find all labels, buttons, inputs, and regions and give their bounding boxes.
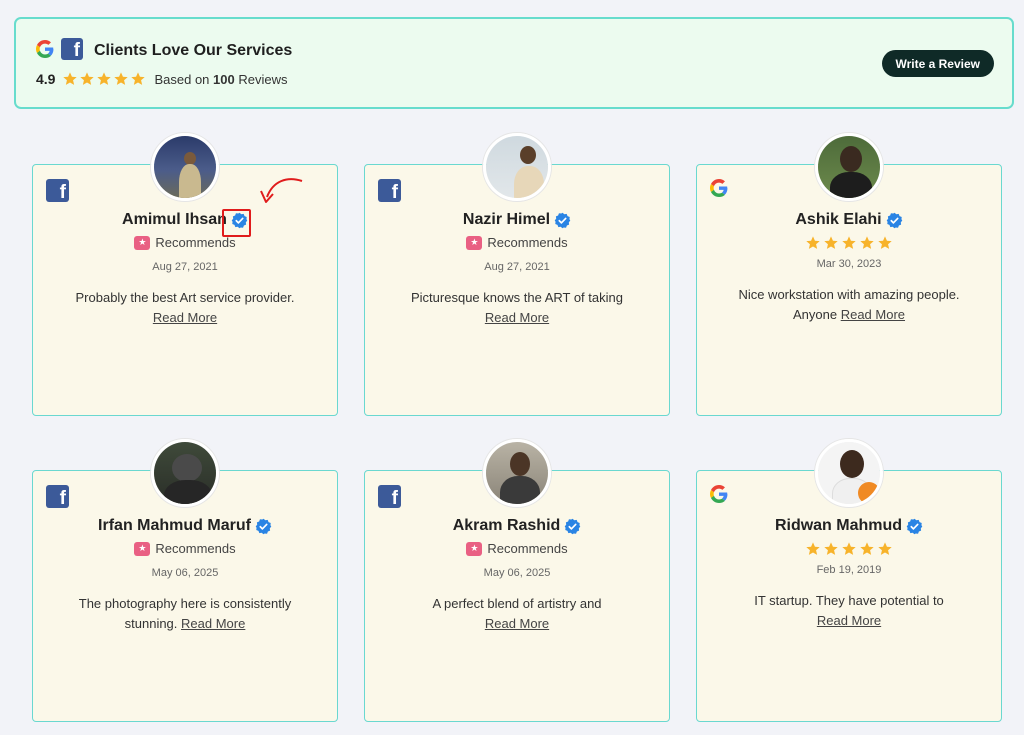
review-card: Ridwan Mahmud Feb 19, 2019 IT startup. T… <box>696 439 1002 722</box>
recommend-icon: ★ <box>134 235 151 250</box>
avatar <box>483 133 551 201</box>
reviewer-name: Akram Rashid <box>452 517 561 534</box>
review-date: Feb 19, 2019 <box>816 564 882 576</box>
reviewer-name: Amimul Ihsan <box>122 211 227 228</box>
avatar <box>815 439 883 507</box>
facebook-icon: f <box>378 485 401 508</box>
average-rating: 4.9 <box>36 71 56 87</box>
read-more-link[interactable]: Read More <box>841 307 905 322</box>
review-text: Probably the best Art service provider. … <box>75 290 295 325</box>
read-more-link[interactable]: Read More <box>485 310 549 325</box>
review-date: Aug 27, 2021 <box>484 261 550 273</box>
recommend-icon: ★ <box>466 235 483 250</box>
review-card: f Irfan Mahmud Maruf ★ Recommends May 06… <box>32 439 338 722</box>
star-icon <box>841 541 857 557</box>
review-text: The photography here is consistently stu… <box>78 596 292 631</box>
review-text: IT startup. They have potential to Read … <box>754 593 944 628</box>
avatar <box>151 439 219 507</box>
summary-rating: 4.9 Based on 100 Reviews <box>36 71 287 87</box>
verified-badge-icon <box>906 518 923 535</box>
google-icon <box>36 40 54 58</box>
read-more-link[interactable]: Read More <box>181 616 245 631</box>
review-count: 100 <box>213 71 235 87</box>
reviewer-name: Ridwan Mahmud <box>774 517 903 534</box>
review-date: Mar 30, 2023 <box>816 258 882 270</box>
facebook-icon: f <box>46 179 69 202</box>
summary-title: Clients Love Our Services <box>94 42 293 59</box>
summary-stars <box>62 71 146 87</box>
recommends-badge: ★ Recommends <box>33 235 337 250</box>
review-count-text: Based on 100 Reviews <box>154 71 288 87</box>
star-icon <box>823 541 839 557</box>
read-more-link[interactable]: Read More <box>817 613 881 628</box>
facebook-icon: f <box>378 179 401 202</box>
star-icon <box>113 71 129 87</box>
annotation-highlight-box <box>222 209 251 237</box>
recommend-icon: ★ <box>466 541 483 556</box>
recommends-badge: ★ Recommends <box>365 541 669 556</box>
star-icon <box>823 235 839 251</box>
rating-stars <box>697 541 1001 557</box>
verified-badge-icon <box>554 212 571 229</box>
review-card: f Nazir Himel ★ Recommends Aug 27, 2021 … <box>364 133 670 416</box>
reviews-summary-panel: f Clients Love Our Services 4.9 Based on… <box>14 17 1014 109</box>
review-date: Aug 27, 2021 <box>152 261 218 273</box>
star-icon <box>877 541 893 557</box>
verified-badge-icon <box>564 518 581 535</box>
review-card: f Akram Rashid ★ Recommends May 06, 2025… <box>364 439 670 722</box>
star-icon <box>62 71 78 87</box>
reviewer-name: Ashik Elahi <box>795 211 882 228</box>
annotation-arrow-icon <box>260 178 303 203</box>
star-icon <box>130 71 146 87</box>
avatar <box>815 133 883 201</box>
recommends-badge: ★ Recommends <box>33 541 337 556</box>
review-date: May 06, 2025 <box>483 567 551 579</box>
avatar <box>151 133 219 201</box>
facebook-icon: f <box>46 485 69 508</box>
star-icon <box>79 71 95 87</box>
google-icon <box>710 485 728 503</box>
star-icon <box>877 235 893 251</box>
reviewer-name: Irfan Mahmud Maruf <box>98 517 251 534</box>
star-icon <box>805 541 821 557</box>
star-icon <box>859 541 875 557</box>
recommend-icon: ★ <box>134 541 151 556</box>
star-icon <box>96 71 112 87</box>
verified-badge-icon <box>886 212 903 229</box>
star-icon <box>859 235 875 251</box>
review-card: Ashik Elahi Mar 30, 2023 Nice workstatio… <box>696 133 1002 416</box>
review-text: A perfect blend of artistry and Read Mor… <box>432 596 602 631</box>
facebook-icon: f <box>61 38 83 60</box>
rating-stars <box>697 235 1001 251</box>
review-text: Picturesque knows the ART of taking Read… <box>411 290 623 325</box>
review-card: f Amimul Ihsan ★ Recommends Aug 27, 2021… <box>32 133 338 416</box>
star-icon <box>841 235 857 251</box>
google-icon <box>710 179 728 197</box>
review-date: May 06, 2025 <box>151 567 219 579</box>
recommends-badge: ★ Recommends <box>365 235 669 250</box>
read-more-link[interactable]: Read More <box>485 616 549 631</box>
reviewer-name: Nazir Himel <box>462 211 551 228</box>
source-logos: f <box>36 38 83 60</box>
read-more-link[interactable]: Read More <box>153 310 217 325</box>
review-text: Nice workstation with amazing people. An… <box>738 287 960 322</box>
avatar <box>483 439 551 507</box>
star-icon <box>805 235 821 251</box>
write-review-button[interactable]: Write a Review <box>881 50 994 77</box>
verified-badge-icon <box>255 518 272 535</box>
